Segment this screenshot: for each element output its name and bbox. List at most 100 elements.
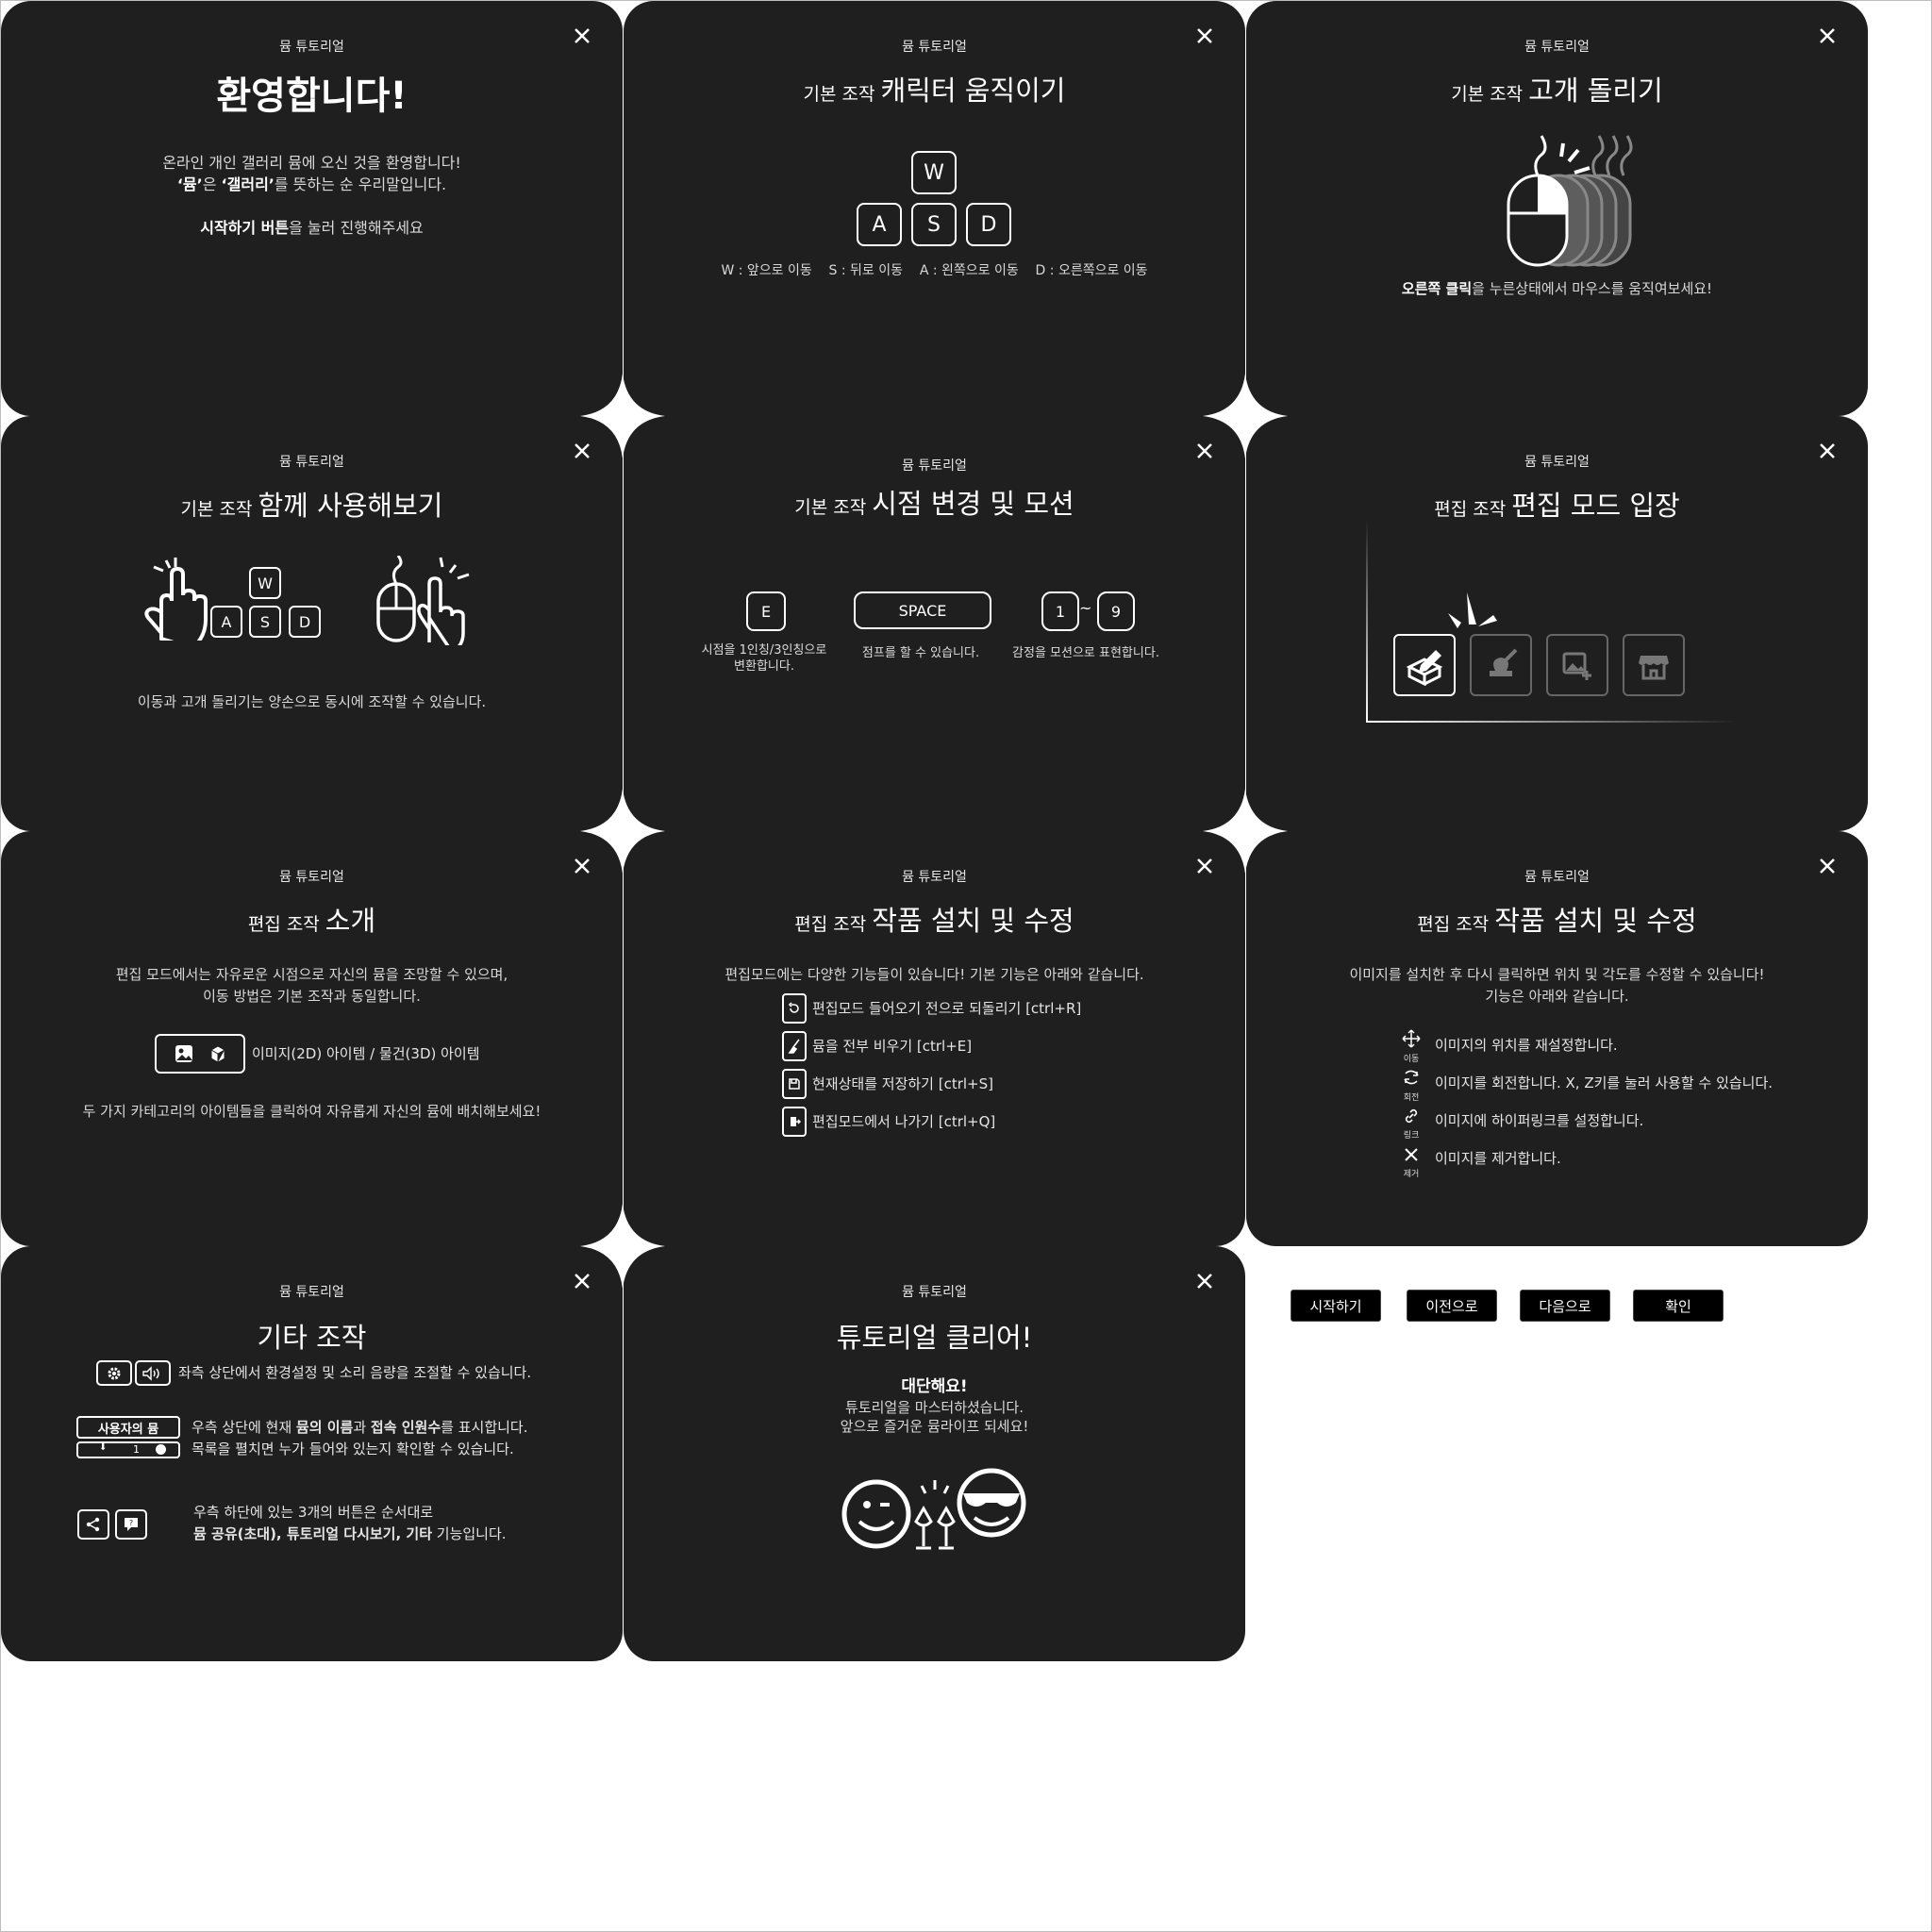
- card-title: 기본 조작 캐릭터 움직이기: [803, 75, 1066, 107]
- decorate-tool-button[interactable]: [1470, 634, 1532, 696]
- other-line-1: 좌측 상단에서 환경설정 및 소리 음량을 조절할 수 있습니다.: [178, 1364, 532, 1381]
- other-line-3: 목록을 펼치면 누가 들어와 있는지 확인할 수 있습니다.: [192, 1441, 514, 1457]
- corner-line-horizontal: [1366, 721, 1739, 723]
- item-category-toggle[interactable]: [155, 1034, 245, 1074]
- card-title: 편집 조작 작품 설치 및 수정: [794, 905, 1074, 937]
- previous-button[interactable]: 이전으로: [1407, 1290, 1497, 1322]
- range-tilde: ~: [1079, 599, 1092, 617]
- key-d: D: [289, 606, 321, 638]
- tutorial-card-view: 뮴 튜토리얼 기본 조작 시점 변경 및 모션 E SPACE 1 ~ 9 시점을…: [624, 416, 1245, 831]
- volume-icon: [135, 1360, 171, 1386]
- image-edit-line-2: 기능은 아래와 같습니다.: [1485, 988, 1629, 1005]
- next-button[interactable]: 다음으로: [1520, 1290, 1610, 1322]
- broom-icon: [782, 1031, 807, 1061]
- visitor-count: 1: [133, 1443, 140, 1456]
- clear-line-1: 대단해요!: [901, 1377, 968, 1396]
- gallery-name-badge: 사용자의 뮴: [76, 1416, 180, 1439]
- image-edit-line-1: 이미지를 설치한 후 다시 클릭하면 위치 및 각도를 수정할 수 있습니다!: [1349, 966, 1765, 983]
- celebration-faces-icon: [841, 1468, 1026, 1550]
- edit-cube-icon: [1406, 650, 1443, 686]
- card-kicker: 뮴 튜토리얼: [902, 1285, 967, 1300]
- rotate-icon: [1404, 1070, 1419, 1085]
- store-button[interactable]: [1623, 634, 1685, 696]
- key-space: SPACE: [854, 591, 991, 629]
- close-icon[interactable]: [566, 20, 598, 52]
- close-icon[interactable]: [1811, 435, 1843, 467]
- corner-line-vertical: [1366, 520, 1368, 723]
- link-icon: [1405, 1108, 1418, 1124]
- card-kicker: 뮴 튜토리얼: [902, 40, 967, 55]
- remove-x-icon: [1405, 1148, 1418, 1161]
- image-item-icon: [175, 1045, 226, 1063]
- close-icon[interactable]: [1189, 1265, 1221, 1297]
- card-kicker: 뮴 튜토리얼: [279, 40, 344, 55]
- tutorial-card-clear: 뮴 튜토리얼 튜토리얼 클리어! 대단해요! 튜토리얼을 마스터하셨습니다. 앞…: [624, 1246, 1245, 1661]
- card-kicker: 뮴 튜토리얼: [1524, 40, 1590, 55]
- card-title: 편집 조작 편집 모드 입장: [1434, 490, 1680, 522]
- functions-intro: 편집모드에는 다양한 기능들이 있습니다! 기본 기능은 아래와 같습니다.: [724, 966, 1144, 983]
- view-caption-1: 시점을 1인칭/3인칭으로 변환합니다.: [701, 643, 827, 674]
- key-a: A: [857, 203, 902, 246]
- tutorial-card-edit-enter: 뮴 튜토리얼 편집 조작 편집 모드 입장: [1246, 416, 1868, 831]
- start-button[interactable]: 시작하기: [1291, 1290, 1381, 1322]
- hand-icon: [144, 558, 208, 641]
- key-d: D: [966, 203, 1011, 246]
- link-tool: 링크: [1400, 1108, 1423, 1141]
- key-w: W: [249, 567, 281, 599]
- close-icon[interactable]: [1811, 20, 1843, 52]
- key-a: A: [210, 606, 242, 638]
- view-caption-3: 감정을 모션으로 표현합니다.: [1012, 646, 1159, 660]
- key-e: E: [746, 591, 786, 631]
- key-w: W: [911, 151, 957, 194]
- tutorial-card-edit-intro: 뮴 튜토리얼 편집 조작 소개 편집 모드에서는 자유로운 시점으로 자신의 뮴을…: [1, 831, 623, 1246]
- key-1: 1: [1041, 591, 1079, 631]
- card-kicker: 뮴 튜토리얼: [279, 1285, 344, 1300]
- tutorial-card-image-edit: 뮴 튜토리얼 편집 조작 작품 설치 및 수정 이미지를 설치한 후 다시 클릭하…: [1246, 831, 1868, 1246]
- move-tool: 이동: [1400, 1029, 1423, 1064]
- edit-mode-button[interactable]: [1393, 634, 1456, 696]
- close-icon[interactable]: [1189, 20, 1221, 52]
- share-icon: [77, 1509, 109, 1540]
- tutorial-card-together: 뮴 튜토리얼 기본 조작 함께 사용해보기 W A S D 이동과 고개 돌리기는…: [1, 416, 623, 831]
- item-category-label: 이미지(2D) 아이템 / 물건(3D) 아이템: [252, 1045, 480, 1062]
- function-item: 편집모드 들어오기 전으로 되돌리기 [ctrl+R]: [812, 1000, 1082, 1017]
- card-title: 기본 조작 함께 사용해보기: [180, 490, 443, 522]
- add-image-icon: [1562, 652, 1591, 680]
- save-icon: [782, 1069, 807, 1099]
- confirm-button[interactable]: 확인: [1633, 1290, 1724, 1322]
- card-title: 편집 조작 소개: [247, 905, 376, 937]
- visitor-count-bar: ⬇ 1: [76, 1441, 180, 1458]
- intro-line-2: 이동 방법은 기본 조작과 동일합니다.: [203, 988, 421, 1005]
- card-title: 튜토리얼 클리어!: [836, 1322, 1033, 1354]
- function-item: 편집모드에서 나가기 [ctrl+Q]: [812, 1113, 996, 1130]
- rotate-tool: 회전: [1400, 1068, 1423, 1103]
- card-title: 기타 조작: [257, 1322, 367, 1354]
- welcome-line-3: 시작하기 버튼을 눌러 진행해주세요: [200, 219, 424, 237]
- card-title: 환영합니다!: [216, 75, 408, 118]
- card-title: 기본 조작 시점 변경 및 모션: [794, 488, 1074, 520]
- sparkle-decoration: [1203, 789, 1288, 874]
- card-title: 기본 조작 고개 돌리기: [1451, 75, 1663, 107]
- clear-line-3: 앞으로 즐거운 뮴라이프 되세요!: [840, 1418, 1029, 1435]
- intro-bottom: 두 가지 카테고리의 아이템들을 클릭하여 자유롭게 자신의 뮴에 배치해보세요…: [82, 1103, 541, 1120]
- undo-icon: [782, 993, 807, 1024]
- card-kicker: 뮴 튜토리얼: [902, 458, 967, 474]
- look-caption: 오른쪽 클릭을 누른상태에서 마우스를 움직여보세요!: [1401, 280, 1713, 297]
- sparkle-decoration: [580, 1204, 665, 1289]
- move-caption: W : 앞으로 이동 S : 뒤로 이동 A : 왼쪽으로 이동 D : 오른쪽…: [721, 263, 1148, 278]
- tutorial-card-welcome: 뮴 튜토리얼 환영합니다! 온라인 개인 갤러리 뮴에 오신 것을 환영합니다!…: [1, 1, 623, 416]
- card-kicker: 뮴 튜토리얼: [279, 455, 344, 470]
- image-edit-item: 이미지를 회전합니다. X, Z키를 눌러 사용할 수 있습니다.: [1435, 1074, 1774, 1091]
- move-arrows-icon: [1402, 1029, 1421, 1048]
- close-icon[interactable]: [1811, 850, 1843, 882]
- intro-line-1: 편집 모드에서는 자유로운 시점으로 자신의 뮴을 조망할 수 있으며,: [115, 966, 508, 983]
- expand-icon: [156, 1444, 166, 1455]
- sparkle-decoration: [580, 789, 665, 874]
- welcome-line-1: 온라인 개인 갤러리 뮴에 오신 것을 환영합니다!: [162, 154, 461, 172]
- person-icon: ⬇: [99, 1442, 108, 1453]
- highlight-sparks: [1448, 592, 1497, 628]
- stamp-icon: [1490, 648, 1518, 676]
- tutorial-card-edit-functions: 뮴 튜토리얼 편집 조작 작품 설치 및 수정 편집모드에는 다양한 기능들이 있…: [624, 831, 1245, 1246]
- add-image-button[interactable]: [1546, 634, 1608, 696]
- tutorial-card-move: 뮴 튜토리얼 기본 조작 캐릭터 움직이기 W A S D W : 앞으로 이동 …: [624, 1, 1245, 416]
